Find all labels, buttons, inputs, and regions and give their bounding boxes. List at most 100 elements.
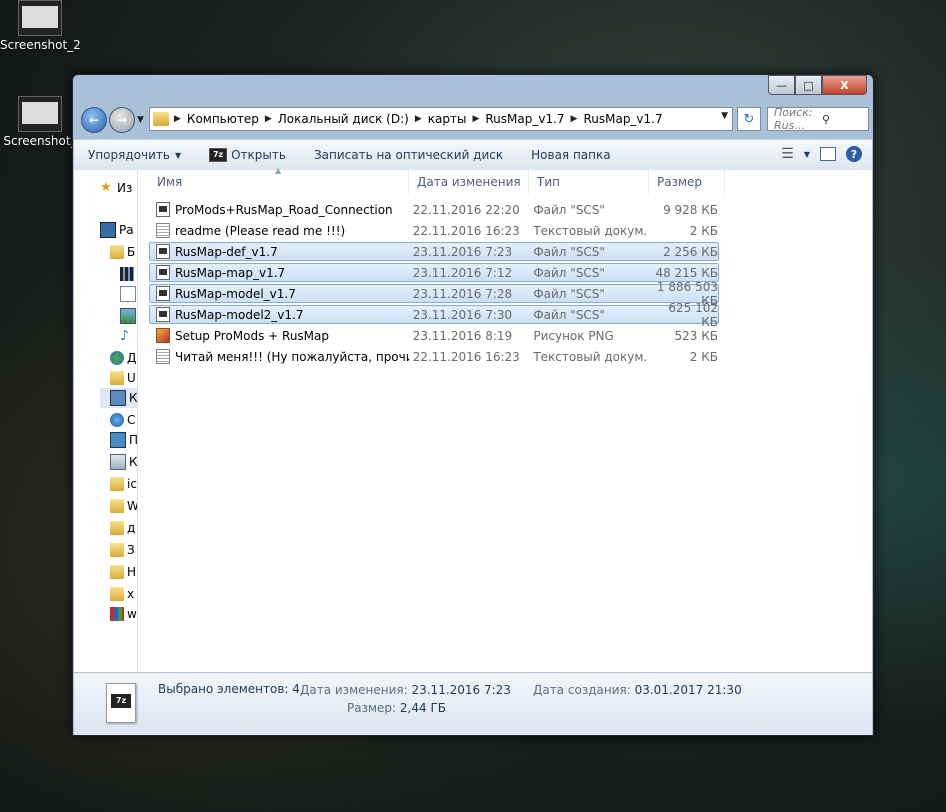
file-size: 48 215 КБ xyxy=(655,265,718,280)
nav-item-winrar[interactable]: w xyxy=(110,604,137,624)
forward-button[interactable]: → xyxy=(109,107,135,133)
nav-item-folder[interactable]: W xyxy=(110,496,137,516)
nav-item-folder[interactable]: З xyxy=(110,540,135,560)
desktop-icon-screenshot-2[interactable]: Screenshot_2 xyxy=(0,0,81,52)
nav-item-folder[interactable]: х xyxy=(110,584,134,604)
arrow-right-icon: → xyxy=(116,113,128,127)
sort-ascending-icon: ▲ xyxy=(275,166,282,175)
address-dropdown-icon[interactable]: ▼ xyxy=(721,111,728,121)
chevron-right-icon[interactable]: ▶ xyxy=(470,114,481,124)
minimize-button[interactable]: — xyxy=(768,75,795,95)
search-icon[interactable]: ⚲ xyxy=(816,113,868,126)
nav-item-network[interactable]: С xyxy=(110,410,135,430)
open-label: Открыть xyxy=(231,148,286,162)
file-row-selected[interactable]: RusMap-model_v1.7 23.11.2016 7:28 Файл "… xyxy=(149,280,719,308)
7zip-file-large-icon: 7z xyxy=(106,683,136,723)
created-info: Дата создания: 03.01.2017 21:30 xyxy=(533,683,742,697)
address-row: ← → ▼ ▶ Компьютер ▶ Локальный диск (D:) … xyxy=(77,103,869,137)
help-icon[interactable]: ? xyxy=(846,146,862,162)
title-bar[interactable]: — □ X xyxy=(73,75,873,101)
open-button[interactable]: 7z Открыть xyxy=(195,148,300,162)
new-folder-button[interactable]: Новая папка xyxy=(517,148,624,162)
file-date: 23.11.2016 8:19 xyxy=(412,328,513,343)
file-size: 9 928 КБ xyxy=(663,202,718,217)
text-file-icon xyxy=(156,223,170,238)
nav-item-folder[interactable]: Н xyxy=(110,562,136,582)
column-header-date[interactable]: Дата изменения xyxy=(409,170,529,194)
music-icon: ♪ xyxy=(120,328,129,344)
file-row-selected[interactable]: RusMap-map_v1.7 23.11.2016 7:12 Файл "SC… xyxy=(149,263,719,282)
nav-item-pictures[interactable] xyxy=(120,306,137,326)
nav-item-recycle-bin[interactable]: К xyxy=(110,452,137,472)
breadcrumb-rusmap-current[interactable]: RusMap_v1.7 xyxy=(579,112,666,126)
nav-item-computer[interactable]: К xyxy=(100,388,137,408)
nav-item-folder[interactable]: д xyxy=(110,518,135,538)
nav-item-favorites[interactable]: ★ Из xyxy=(100,178,132,198)
file-type: Файл "SCS" xyxy=(533,244,605,259)
column-header-size[interactable]: Размер xyxy=(649,170,725,194)
created-value: 03.01.2017 21:30 xyxy=(634,683,742,697)
7zip-icon: 7z xyxy=(209,148,228,162)
nav-item-user[interactable]: U xyxy=(110,368,136,388)
address-bar[interactable]: ▶ Компьютер ▶ Локальный диск (D:) ▶ карт… xyxy=(149,107,733,131)
recycle-bin-icon xyxy=(110,454,126,470)
folder-icon xyxy=(153,112,169,126)
chevron-right-icon[interactable]: ▶ xyxy=(413,114,424,124)
nav-item-control-panel[interactable]: П xyxy=(110,430,137,450)
nav-item-folder[interactable]: ic xyxy=(110,474,137,494)
document-icon xyxy=(120,286,136,302)
nav-item-documents[interactable] xyxy=(120,284,137,304)
nav-item-desktop[interactable]: Ра xyxy=(100,220,134,240)
desktop-icon-screenshot[interactable]: Screenshot_ xyxy=(0,96,80,148)
folder-icon xyxy=(110,565,124,579)
chevron-right-icon[interactable]: ▶ xyxy=(263,114,274,124)
file-type: Файл "SCS" xyxy=(533,286,605,301)
file-type: Файл "SCS" xyxy=(533,202,605,217)
picture-icon xyxy=(120,308,136,324)
scs-file-icon xyxy=(156,202,170,217)
file-row[interactable]: Читай меня!!! (Ну пожалуйста, прочита...… xyxy=(149,347,719,366)
back-button[interactable]: ← xyxy=(81,107,107,133)
burn-button[interactable]: Записать на оптический диск xyxy=(300,148,517,162)
file-row[interactable]: Setup ProMods + RusMap 23.11.2016 8:19 Р… xyxy=(149,326,719,345)
nav-item-music[interactable]: ♪ xyxy=(120,326,137,346)
refresh-button[interactable]: ↻ xyxy=(737,107,761,131)
folder-icon xyxy=(110,499,124,513)
file-row-selected[interactable]: RusMap-def_v1.7 23.11.2016 7:23 Файл "SC… xyxy=(149,242,719,261)
modified-value: 23.11.2016 7:23 xyxy=(411,683,511,697)
file-size: 2 КБ xyxy=(689,349,718,364)
file-date: 23.11.2016 7:28 xyxy=(412,286,513,301)
file-type: Рисунок PNG xyxy=(533,328,614,343)
file-row[interactable]: readme (Please read me !!!) 22.11.2016 1… xyxy=(149,221,719,240)
scs-file-icon xyxy=(156,286,170,301)
folder-icon xyxy=(110,543,124,557)
nav-item-homegroup[interactable]: Д xyxy=(110,348,136,368)
search-input[interactable]: Поиск: Rus... ⚲ xyxy=(767,106,869,132)
nav-item-videos[interactable] xyxy=(120,264,137,284)
file-name: Setup ProMods + RusMap xyxy=(175,328,330,343)
file-name: Читай меня!!! (Ну пожалуйста, прочита... xyxy=(175,349,409,364)
user-folder-icon xyxy=(110,371,124,385)
caret-down-icon: ▼ xyxy=(174,150,182,160)
view-dropdown-icon[interactable]: ▼ xyxy=(804,150,810,159)
nav-item-libraries[interactable]: Б xyxy=(110,242,135,262)
file-row-selected[interactable]: RusMap-model2_v1.7 23.11.2016 7:30 Файл … xyxy=(149,301,719,329)
organize-button[interactable]: Упорядочить ▼ xyxy=(74,148,195,162)
breadcrumb-local-disk[interactable]: Локальный диск (D:) xyxy=(274,112,413,126)
recent-pages-dropdown[interactable]: ▼ xyxy=(137,115,144,125)
scs-file-icon xyxy=(156,244,170,259)
view-options-icon[interactable]: ☰ xyxy=(781,146,794,162)
file-size: 625 102 КБ xyxy=(668,300,718,329)
close-button[interactable]: X xyxy=(822,75,867,95)
breadcrumb-computer[interactable]: Компьютер xyxy=(183,112,263,126)
chevron-right-icon[interactable]: ▶ xyxy=(172,114,183,124)
breadcrumb-maps[interactable]: карты xyxy=(424,112,471,126)
breadcrumb-rusmap-parent[interactable]: RusMap_v1.7 xyxy=(481,112,568,126)
file-name: ProMods+RusMap_Road_Connection xyxy=(175,202,393,217)
column-header-type[interactable]: Тип xyxy=(529,170,649,194)
maximize-button[interactable]: □ xyxy=(795,75,822,95)
chevron-right-icon[interactable]: ▶ xyxy=(569,114,580,124)
preview-pane-icon[interactable] xyxy=(820,147,836,161)
file-name: RusMap-model2_v1.7 xyxy=(175,307,304,322)
file-row[interactable]: ProMods+RusMap_Road_Connection 22.11.201… xyxy=(149,200,719,219)
